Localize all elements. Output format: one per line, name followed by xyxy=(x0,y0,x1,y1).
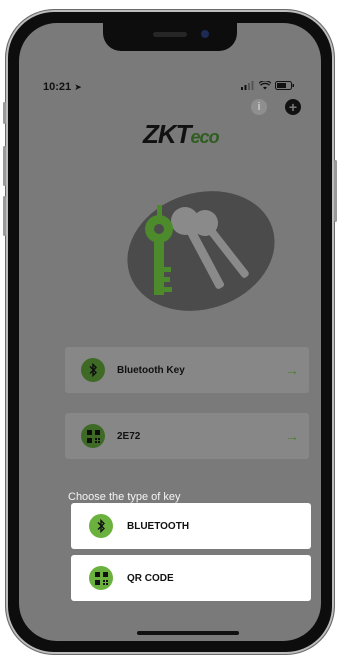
status-time-text: 10:21 xyxy=(43,81,72,93)
notch xyxy=(103,23,237,51)
bluetooth-icon xyxy=(89,514,113,538)
home-indicator[interactable] xyxy=(137,631,239,635)
power-button xyxy=(334,160,337,222)
status-time: 10:21 ➤ xyxy=(43,81,82,93)
keys-illustration xyxy=(127,191,275,311)
volume-down-button xyxy=(3,196,6,236)
key-card-bluetooth[interactable]: Bluetooth Key → xyxy=(65,347,309,393)
add-key-icon[interactable]: + xyxy=(285,99,301,115)
bluetooth-icon xyxy=(81,358,105,382)
mute-switch xyxy=(3,102,6,124)
arrow-right-icon: → xyxy=(285,362,299,378)
signal-icon xyxy=(241,81,254,90)
arrow-right-icon: → xyxy=(285,428,299,444)
key-card-label: Bluetooth Key xyxy=(117,364,185,376)
front-camera xyxy=(201,30,209,38)
battery-icon xyxy=(275,81,294,90)
option-qr-code[interactable]: QR CODE xyxy=(71,555,311,601)
app-screen: 10:21 ➤ i + ZKTeco Bluetooth Key → 2E72 … xyxy=(19,23,321,641)
option-bluetooth[interactable]: BLUETOOTH xyxy=(71,503,311,549)
qr-code-icon xyxy=(89,566,113,590)
logo-suffix: eco xyxy=(190,127,220,147)
info-icon[interactable]: i xyxy=(251,99,267,115)
phone-frame: 10:21 ➤ i + ZKTeco Bluetooth Key → 2E72 … xyxy=(3,10,337,654)
key-card-qr[interactable]: 2E72 → xyxy=(65,413,309,459)
brand-logo: ZKTeco xyxy=(143,119,220,150)
speaker xyxy=(153,32,187,37)
option-label: QR CODE xyxy=(127,572,174,584)
location-arrow-icon: ➤ xyxy=(74,82,82,92)
option-label: BLUETOOTH xyxy=(127,520,190,532)
wifi-icon xyxy=(259,81,271,90)
picker-title: Choose the type of key xyxy=(68,491,181,503)
key-card-label: 2E72 xyxy=(117,430,141,442)
status-icons xyxy=(241,81,295,90)
volume-up-button xyxy=(3,146,6,186)
qr-code-icon xyxy=(81,424,105,448)
logo-prefix: ZKT xyxy=(143,119,192,149)
